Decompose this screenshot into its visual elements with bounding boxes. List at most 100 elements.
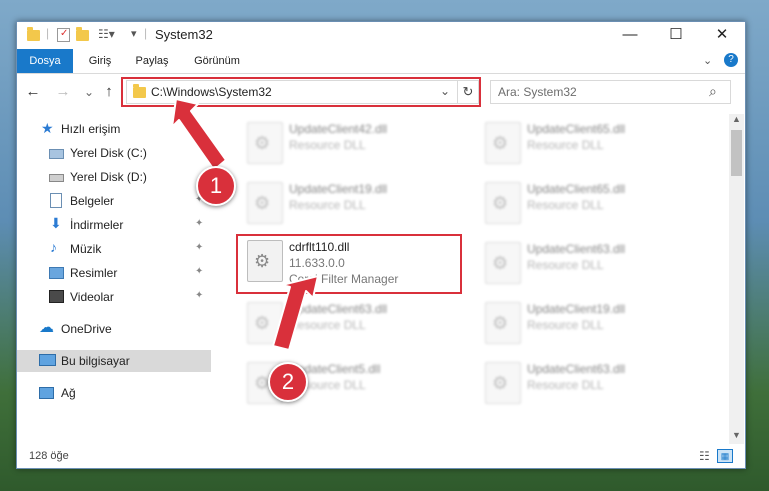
sidebar-item-indirmeler[interactable]: ⬇ İndirmeler ✦ (17, 214, 211, 236)
file-item[interactable]: UpdateClient19.dll Resource DLL (477, 298, 697, 348)
sidebar-item-label: Ağ (61, 386, 76, 400)
title-bar: | ✓ ☷▾ ▾ | System32 — ☐ ✕ (17, 22, 745, 48)
pin-icon[interactable]: ✦ (195, 266, 203, 277)
dll-file-icon (247, 182, 283, 224)
file-name: UpdateClient42.dll (289, 122, 388, 136)
close-button[interactable]: ✕ (699, 22, 745, 48)
new-folder-icon[interactable] (76, 27, 89, 41)
file-type: Resource DLL (289, 138, 366, 152)
status-bar: 128 öğe ☷ ▦ (17, 444, 745, 468)
video-icon (49, 290, 64, 303)
sidebar-item-label: Resimler (70, 266, 118, 280)
recent-locations-button[interactable]: ⌄ (79, 82, 99, 102)
sidebar-item-bu-bilgisayar[interactable]: Bu bilgisayar (17, 350, 211, 372)
quick-access-dropdown-icon[interactable]: ▾ (131, 27, 137, 40)
navigation-bar: ← → ⌄ ↑ C:\Windows\System32 ⌄ ↻ Ara: Sys… (17, 76, 745, 108)
sidebar-item-muzik[interactable]: ♪ Müzik ✦ (17, 238, 211, 260)
tab-giris[interactable]: Giriş (77, 49, 123, 73)
dll-file-icon (247, 122, 283, 164)
sidebar-item-belgeler[interactable]: Belgeler ✦ (17, 190, 211, 212)
picture-icon (49, 267, 64, 279)
sidebar-item-resimler[interactable]: Resimler ✦ (17, 262, 211, 284)
dll-file-icon (485, 362, 521, 404)
properties-icon[interactable]: ✓ (57, 28, 70, 42)
network-icon (39, 387, 54, 399)
tab-paylas[interactable]: Paylaş (127, 49, 177, 73)
tab-dosya[interactable]: Dosya (17, 49, 73, 73)
tiles-view-icon[interactable]: ▦ (717, 449, 733, 463)
maximize-button[interactable]: ☐ (653, 22, 699, 48)
sidebar-item-label: Hızlı erişim (61, 122, 121, 136)
sidebar-item-yerel-disk-c[interactable]: Yerel Disk (C:) (17, 142, 211, 164)
drive-icon (49, 149, 64, 159)
file-item[interactable]: UpdateClient65.dll Resource DLL (477, 178, 697, 228)
sidebar-item-hizli-erisim[interactable]: ★ Hızlı erişim (17, 118, 211, 140)
cloud-icon: ☁ (39, 319, 54, 336)
customize-toolbar-icon[interactable]: ☷▾ (98, 27, 115, 41)
chevron-down-icon[interactable]: ⌄ (703, 54, 712, 67)
file-type: Resource DLL (289, 198, 366, 212)
details-view-icon[interactable]: ☷ (699, 449, 710, 463)
document-icon (50, 193, 62, 208)
dll-file-icon (485, 122, 521, 164)
folder-icon (27, 27, 40, 41)
search-box[interactable]: Ara: System32 ⌕ (490, 80, 731, 104)
file-name: UpdateClient63.dll (527, 242, 626, 256)
file-type: Resource DLL (527, 258, 604, 272)
scrollbar-thumb[interactable] (731, 130, 742, 176)
sidebar-item-label: OneDrive (61, 322, 112, 336)
file-type: Resource DLL (527, 378, 604, 392)
scroll-up-icon[interactable]: ▲ (732, 114, 741, 124)
file-name: UpdateClient19.dll (289, 182, 388, 196)
dll-file-icon (485, 182, 521, 224)
vertical-scrollbar[interactable]: ▲ ▼ (729, 114, 744, 444)
download-icon: ⬇ (50, 215, 62, 231)
scroll-down-icon[interactable]: ▼ (732, 430, 741, 440)
drive-icon (49, 174, 64, 182)
file-type: Resource DLL (527, 198, 604, 212)
pin-icon[interactable]: ✦ (195, 290, 203, 301)
file-item[interactable]: UpdateClient19.dll Resource DLL (239, 178, 459, 228)
search-placeholder: Ara: System32 (498, 85, 577, 99)
file-item[interactable]: UpdateClient65.dll Resource DLL (477, 118, 697, 168)
forward-button[interactable]: → (53, 82, 73, 102)
file-explorer-window: | ✓ ☷▾ ▾ | System32 — ☐ ✕ Dosya Giriş Pa… (16, 21, 746, 469)
file-item[interactable]: UpdateClient63.dll Resource DLL (477, 238, 697, 288)
file-highlight-box (236, 234, 462, 294)
file-type: Resource DLL (527, 318, 604, 332)
sidebar-item-label: Belgeler (70, 194, 115, 208)
file-name: UpdateClient65.dll (527, 182, 626, 196)
pin-icon[interactable]: ✦ (195, 242, 203, 253)
star-icon: ★ (41, 120, 54, 136)
help-icon[interactable]: ? (724, 53, 738, 67)
navigation-pane: ★ Hızlı erişim Yerel Disk (C:) Yerel Dis… (17, 114, 211, 440)
file-name: UpdateClient65.dll (527, 122, 626, 136)
search-icon[interactable]: ⌕ (709, 83, 717, 100)
music-icon: ♪ (50, 239, 57, 255)
dll-file-icon (485, 302, 521, 344)
pin-icon[interactable]: ✦ (195, 218, 203, 229)
up-button[interactable]: ↑ (99, 82, 119, 102)
file-name: UpdateClient63.dll (289, 302, 388, 316)
separator: | (46, 26, 50, 40)
sidebar-item-label: Yerel Disk (C:) (70, 146, 147, 160)
callout-2: 2 (268, 362, 308, 402)
sidebar-item-ag[interactable]: Ağ (17, 382, 211, 404)
address-highlight-box (121, 77, 481, 107)
callout-1: 1 (196, 166, 236, 206)
sidebar-item-label: Bu bilgisayar (61, 354, 130, 368)
item-count: 128 öğe (29, 450, 69, 462)
file-item[interactable]: UpdateClient42.dll Resource DLL (239, 118, 459, 168)
file-item[interactable]: UpdateClient63.dll Resource DLL (477, 358, 697, 408)
file-type: Resource DLL (527, 138, 604, 152)
file-name: UpdateClient63.dll (527, 362, 626, 376)
tab-gorunum[interactable]: Görünüm (183, 49, 251, 73)
minimize-button[interactable]: — (607, 22, 653, 48)
ribbon-tabs: Dosya Giriş Paylaş Görünüm ⌄ ? (17, 49, 745, 74)
file-item[interactable]: UpdateClient63.dll Resource DLL (239, 298, 459, 348)
back-button[interactable]: ← (23, 82, 43, 102)
sidebar-item-videolar[interactable]: Videolar ✦ (17, 286, 211, 308)
sidebar-item-yerel-disk-d[interactable]: Yerel Disk (D:) (17, 166, 211, 188)
file-name: UpdateClient19.dll (527, 302, 626, 316)
sidebar-item-onedrive[interactable]: ☁ OneDrive (17, 318, 211, 340)
